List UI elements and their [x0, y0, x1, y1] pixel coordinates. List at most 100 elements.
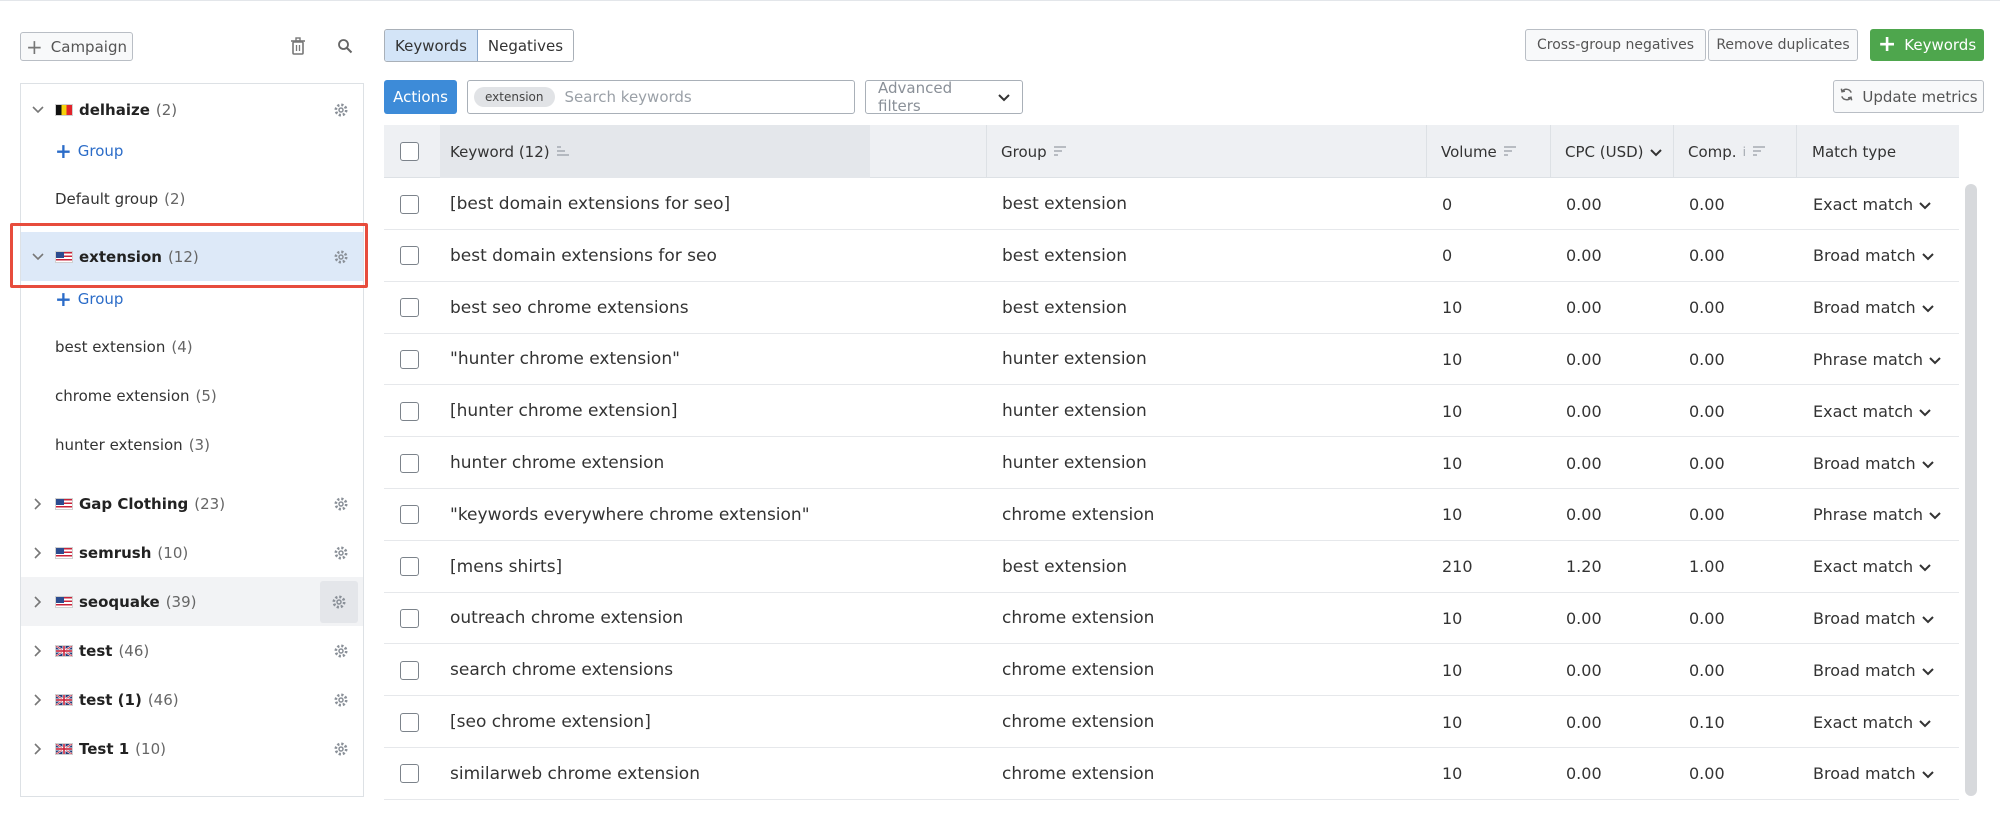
select-all-checkbox[interactable] — [400, 142, 419, 161]
match-type-dropdown[interactable]: Broad match — [1813, 230, 1934, 282]
search-input[interactable] — [564, 88, 845, 106]
match-type-dropdown[interactable]: Phrase match — [1813, 489, 1941, 541]
col-keyword[interactable]: Keyword (12) — [450, 125, 570, 178]
selection-highlight-box — [10, 223, 368, 288]
chevron-right-icon[interactable] — [31, 595, 45, 609]
row-checkbox[interactable] — [400, 453, 419, 473]
remove-duplicates-button[interactable]: Remove duplicates — [1708, 29, 1858, 61]
row-checkbox[interactable] — [400, 557, 419, 577]
row-checkbox[interactable] — [400, 194, 419, 214]
table-row[interactable]: outreach chrome extension chrome extensio… — [384, 592, 1959, 645]
add-keywords-button[interactable]: + Keywords — [1870, 29, 1984, 61]
table-row[interactable]: "hunter chrome extension" hunter extensio… — [384, 333, 1959, 386]
group-item-default[interactable]: Default group (2) — [55, 190, 185, 208]
tab-negatives[interactable]: Negatives — [477, 30, 574, 61]
campaign-delhaize[interactable]: delhaize (2) — [21, 85, 363, 134]
table-row[interactable]: [mens shirts] best extension 210 1.20 1.00 Ex… — [384, 541, 1959, 593]
add-group-label: Group — [77, 142, 124, 160]
match-type-dropdown[interactable]: Exact match — [1813, 385, 1931, 437]
col-comp[interactable]: Comp. i — [1688, 125, 1766, 178]
table-row[interactable]: hunter chrome extension hunter extension 1… — [384, 437, 1959, 489]
update-metrics-button[interactable]: Update metrics — [1833, 80, 1984, 113]
view-tabs: Keywords Negatives — [384, 29, 575, 62]
table-row[interactable]: [seo chrome extension] chrome extension 10… — [384, 696, 1959, 748]
gear-icon[interactable] — [320, 580, 358, 623]
gear-icon[interactable] — [331, 690, 351, 710]
group-cell: chrome extension — [1002, 504, 1155, 525]
table-row[interactable]: [hunter chrome extension] hunter extensio… — [384, 385, 1959, 438]
match-type-dropdown[interactable]: Exact match — [1813, 178, 1931, 230]
chevron-right-icon[interactable] — [31, 497, 45, 511]
match-type-dropdown[interactable]: Broad match — [1813, 644, 1934, 696]
match-type-dropdown[interactable]: Broad match — [1813, 748, 1934, 800]
cpc-cell: 0.00 — [1566, 712, 1602, 732]
row-checkbox[interactable] — [400, 660, 419, 680]
gear-icon[interactable] — [331, 739, 351, 759]
group-item-hunter-extension[interactable]: hunter extension (3) — [55, 436, 210, 454]
group-item-best-extension[interactable]: best extension (4) — [55, 338, 193, 356]
add-group-button[interactable]: + Group — [55, 289, 123, 309]
campaign-gap-clothing[interactable]: Gap Clothing (23) — [21, 479, 363, 528]
match-type-dropdown[interactable]: Broad match — [1813, 437, 1934, 489]
col-volume[interactable]: Volume — [1441, 125, 1517, 178]
match-type-dropdown[interactable]: Broad match — [1813, 592, 1934, 644]
col-cpc[interactable]: CPC (USD) — [1565, 125, 1662, 178]
group-count: (2) — [164, 190, 186, 208]
volume-cell: 10 — [1442, 453, 1463, 473]
match-type-dropdown[interactable]: Exact match — [1813, 696, 1931, 748]
campaign-semrush[interactable]: semrush (10) — [21, 528, 363, 577]
campaign-seoquake[interactable]: seoquake (39) — [21, 577, 363, 626]
table-row[interactable]: "keywords everywhere chrome extension" ch… — [384, 489, 1959, 541]
gear-icon[interactable] — [331, 494, 351, 514]
add-group-label: Group — [77, 290, 124, 308]
chevron-right-icon[interactable] — [31, 644, 45, 658]
gear-icon[interactable] — [331, 100, 351, 120]
chevron-right-icon[interactable] — [31, 693, 45, 707]
campaign-test-1[interactable]: Test 1 (10) — [21, 724, 363, 773]
campaign-test[interactable]: test (46) — [21, 626, 363, 675]
match-type-dropdown[interactable]: Broad match — [1813, 282, 1934, 334]
tab-keywords[interactable]: Keywords — [385, 30, 478, 61]
add-campaign-button[interactable]: + Campaign — [20, 32, 133, 61]
keyword-cell: [seo chrome extension] — [450, 712, 651, 732]
cross-group-negatives-button[interactable]: Cross-group negatives — [1525, 29, 1706, 61]
match-type-dropdown[interactable]: Phrase match — [1813, 333, 1941, 385]
row-checkbox[interactable] — [400, 608, 419, 628]
row-checkbox[interactable] — [400, 349, 419, 369]
row-checkbox[interactable] — [400, 712, 419, 732]
gear-icon[interactable] — [331, 641, 351, 661]
row-checkbox[interactable] — [400, 246, 419, 266]
match-type-dropdown[interactable]: Exact match — [1813, 541, 1931, 593]
row-checkbox[interactable] — [400, 401, 419, 421]
add-group-button[interactable]: + Group — [55, 141, 123, 161]
search-icon[interactable] — [333, 34, 357, 58]
comp-cell: 0.00 — [1689, 505, 1725, 525]
match-type-label: Phrase match — [1813, 349, 1924, 369]
table-row[interactable]: best domain extensions for seo best exten… — [384, 230, 1959, 282]
actions-button[interactable]: Actions — [384, 80, 457, 114]
table-row[interactable]: best seo chrome extensions best extension… — [384, 282, 1959, 334]
info-icon: i — [1742, 144, 1746, 159]
table-row[interactable]: similarweb chrome extension chrome extens… — [384, 748, 1959, 800]
chevron-right-icon[interactable] — [31, 742, 45, 756]
chevron-right-icon[interactable] — [31, 546, 45, 560]
vertical-scrollbar[interactable] — [1965, 184, 1977, 796]
advanced-filters-dropdown[interactable]: Advanced filters — [865, 79, 1023, 115]
filter-chip[interactable]: extension — [474, 87, 555, 107]
row-checkbox-cell — [400, 437, 419, 489]
campaign-test-1-copy[interactable]: test (1) (46) — [21, 675, 363, 724]
row-checkbox[interactable] — [400, 505, 419, 525]
trash-icon[interactable] — [286, 34, 310, 58]
row-checkbox[interactable] — [400, 298, 419, 318]
group-cell: hunter extension — [1002, 453, 1147, 473]
row-checkbox[interactable] — [400, 764, 419, 784]
chevron-down-icon[interactable] — [31, 103, 45, 117]
match-type-label: Exact match — [1813, 194, 1914, 214]
table-row[interactable]: [best domain extensions for seo] best ext… — [384, 178, 1959, 230]
col-group[interactable]: Group — [1001, 125, 1067, 178]
gear-icon[interactable] — [331, 543, 351, 563]
group-item-chrome-extension[interactable]: chrome extension (5) — [55, 387, 217, 405]
campaign-count: (39) — [165, 592, 197, 611]
table-row[interactable]: search chrome extensions chrome extension… — [384, 644, 1959, 697]
group-count: (3) — [188, 436, 210, 454]
